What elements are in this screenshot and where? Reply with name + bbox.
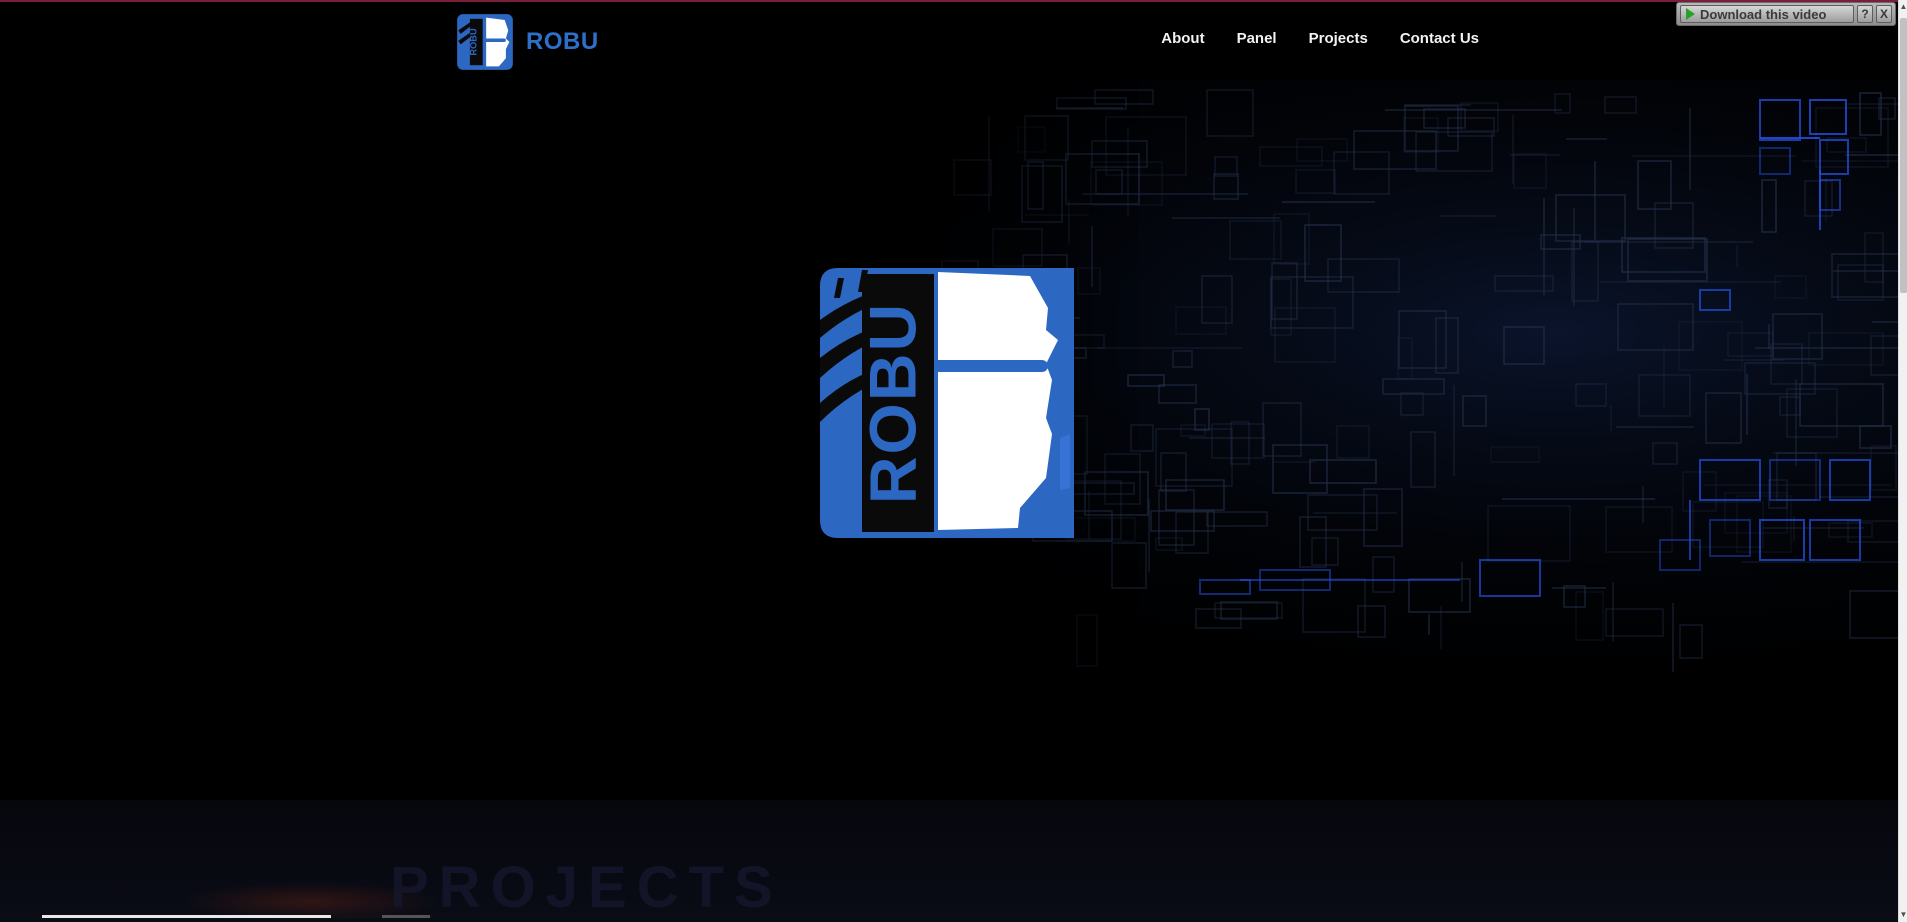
scroll-down-icon[interactable]: ▼ [1899,908,1907,922]
video-progress-buffer [382,915,430,918]
video-progress-played [42,915,331,918]
hero-logo-text: ROBU [855,302,929,504]
brand-home-link[interactable]: ROBU ROBU [456,12,599,72]
brand-name: ROBU [526,28,599,55]
download-video-label: Download this video [1700,6,1827,22]
page: ROBU ROBU About Panel Projects Contact U… [0,0,1907,922]
download-video-overlay: Download this video ? X [1676,2,1896,26]
nav-contact-us[interactable]: Contact Us [1400,30,1479,47]
play-icon [1686,8,1695,20]
logo-mark-text: ROBU [468,28,478,56]
hero-video[interactable]: ROBU [0,80,1898,800]
scroll-up-icon[interactable]: ▲ [1899,0,1907,14]
nav-projects[interactable]: Projects [1309,30,1368,47]
nav-about[interactable]: About [1161,30,1204,47]
scroll-thumb[interactable] [1900,18,1907,293]
section-heading: PROJECTS [390,855,783,920]
main-nav: About Panel Projects Contact Us [1161,30,1479,47]
download-video-button[interactable]: Download this video [1680,5,1854,23]
close-icon[interactable]: X [1876,5,1892,23]
help-icon[interactable]: ? [1857,5,1873,23]
robu-logo-icon: ROBU [457,14,513,70]
nav-panel[interactable]: Panel [1237,30,1277,47]
site-header: ROBU ROBU About Panel Projects Contact U… [0,2,1898,80]
projects-section: PROJECTS [0,800,1898,922]
robu-hero-logo: ROBU [820,268,1074,538]
page-scrollbar[interactable]: ▲ ▼ [1898,0,1907,922]
